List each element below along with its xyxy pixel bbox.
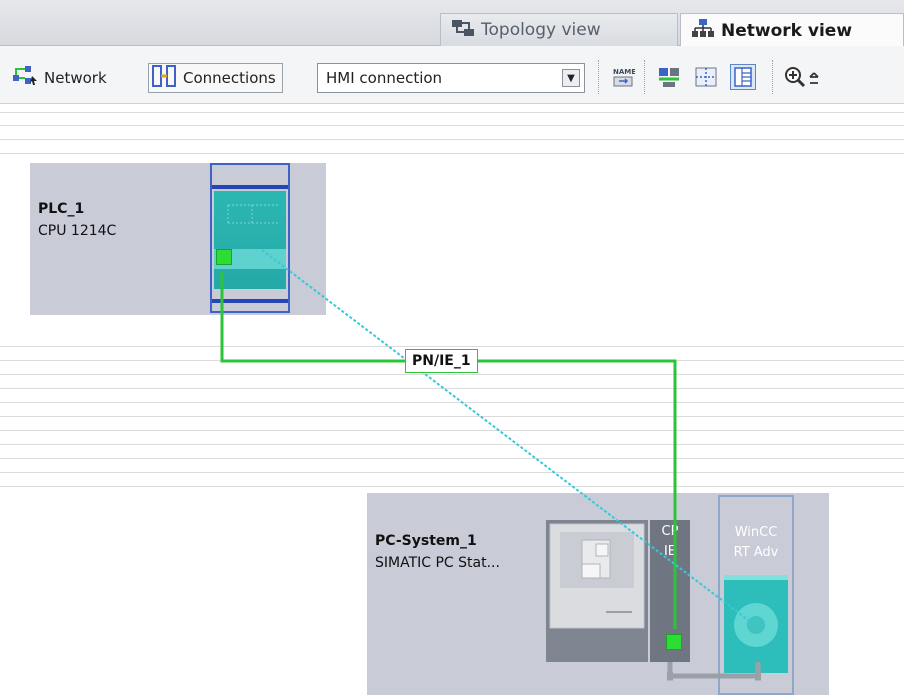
name-icon[interactable]: NAME bbox=[610, 64, 636, 90]
toolbar-separator bbox=[644, 60, 645, 94]
toolbar-separator bbox=[598, 60, 599, 94]
network-canvas[interactable]: PLC_1 CPU 1214C PC-System_1 SIMATIC PC S… bbox=[0, 105, 904, 696]
network-toolbar: Network Connections HMI connection ▼ NAM… bbox=[0, 46, 904, 104]
pc-internal-bus bbox=[667, 662, 761, 679]
grid-icon[interactable] bbox=[693, 64, 719, 90]
connections-icon bbox=[151, 64, 177, 92]
network-mode-label: Network bbox=[44, 69, 107, 87]
topology-icon bbox=[451, 18, 475, 43]
view-tabbar: Topology view Network view bbox=[0, 0, 904, 47]
tab-topology-view[interactable]: Topology view bbox=[440, 13, 678, 46]
tab-network-label: Network view bbox=[721, 20, 853, 41]
table-view-icon[interactable] bbox=[730, 64, 756, 90]
toolbar-separator bbox=[772, 60, 773, 94]
connection-type-select[interactable]: HMI connection ▼ bbox=[317, 63, 585, 93]
connections-label: Connections bbox=[183, 69, 276, 87]
network-connections bbox=[220, 249, 761, 681]
subnet-label[interactable]: PN/IE_1 bbox=[405, 349, 478, 373]
network-tree-icon bbox=[691, 18, 715, 43]
connection-type-value: HMI connection bbox=[326, 69, 443, 87]
hmi-connection-line bbox=[261, 249, 753, 624]
connections-button[interactable]: Connections bbox=[148, 63, 283, 93]
tab-network-view[interactable]: Network view bbox=[680, 13, 904, 47]
show-address-icon[interactable] bbox=[656, 64, 682, 90]
tab-topology-label: Topology view bbox=[481, 20, 601, 40]
network-mode-icon bbox=[12, 65, 38, 91]
network-mode-button[interactable]: Network bbox=[12, 66, 107, 90]
svg-text:NAME: NAME bbox=[613, 68, 635, 76]
chevron-down-icon[interactable]: ▼ bbox=[562, 69, 580, 87]
profinet-subnet-line bbox=[220, 272, 677, 629]
zoom-in-icon[interactable] bbox=[782, 64, 822, 90]
